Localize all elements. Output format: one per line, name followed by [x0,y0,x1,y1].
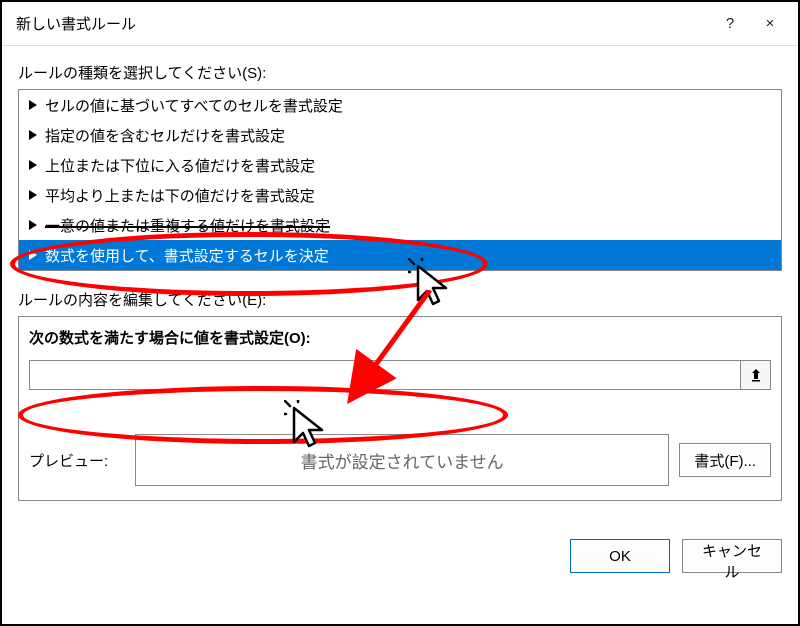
rule-type-item[interactable]: 一意の値または重複する値だけを書式設定 [19,210,781,240]
formula-label: 次の数式を満たす場合に値を書式設定(O): [29,327,771,348]
preview-row: プレビュー: 書式が設定されていません 書式(F)... [29,434,771,486]
close-button[interactable]: × [750,9,790,39]
triangle-right-icon [29,190,37,200]
rule-type-item[interactable]: セルの値に基づいてすべてのセルを書式設定 [19,90,781,120]
help-button[interactable]: ? [710,9,750,39]
titlebar: 新しい書式ルール ? × [2,2,798,46]
dialog-footer: OK キャンセル [2,527,798,587]
formula-row [29,360,771,390]
dialog-frame: 新しい書式ルール ? × ルールの種類を選択してください(S): セルの値に基づ… [0,0,800,626]
rule-type-item-label: 指定の値を含むセルだけを書式設定 [45,125,285,146]
preview-box: 書式が設定されていません [135,434,669,486]
preview-label: プレビュー: [29,450,125,471]
rule-type-item[interactable]: 平均より上または下の値だけを書式設定 [19,180,781,210]
cancel-button[interactable]: キャンセル [682,539,782,573]
rule-edit-section-label: ルールの内容を編集してください(E): [18,289,782,310]
triangle-right-icon [29,250,37,260]
triangle-right-icon [29,160,37,170]
rule-type-item-label: 一意の値または重複する値だけを書式設定 [45,215,330,236]
triangle-right-icon [29,220,37,230]
triangle-right-icon [29,130,37,140]
dialog-title: 新しい書式ルール [16,13,710,34]
rule-type-item-label: 数式を使用して、書式設定するセルを決定 [45,245,329,266]
rule-type-item-label: 平均より上または下の値だけを書式設定 [45,185,315,206]
rule-type-item-label: セルの値に基づいてすべてのセルを書式設定 [45,95,343,116]
rule-type-section-label: ルールの種類を選択してください(S): [18,62,782,83]
ok-button[interactable]: OK [570,539,670,573]
rule-type-item-label: 上位または下位に入る値だけを書式設定 [45,155,315,176]
rule-type-item[interactable]: 上位または下位に入る値だけを書式設定 [19,150,781,180]
rule-type-item[interactable]: 指定の値を含むセルだけを書式設定 [19,120,781,150]
format-button[interactable]: 書式(F)... [679,443,771,477]
rule-edit-panel: 次の数式を満たす場合に値を書式設定(O): プレビュー: 書式が設定されていませ… [18,316,782,501]
range-picker-icon [749,368,763,382]
formula-input[interactable] [29,360,741,390]
range-picker-button[interactable] [741,360,771,390]
dialog-content: ルールの種類を選択してください(S): セルの値に基づいてすべてのセルを書式設定… [2,46,798,527]
rule-type-listbox[interactable]: セルの値に基づいてすべてのセルを書式設定 指定の値を含むセルだけを書式設定 上位… [18,89,782,271]
rule-type-item-selected[interactable]: 数式を使用して、書式設定するセルを決定 [19,240,781,270]
triangle-right-icon [29,100,37,110]
